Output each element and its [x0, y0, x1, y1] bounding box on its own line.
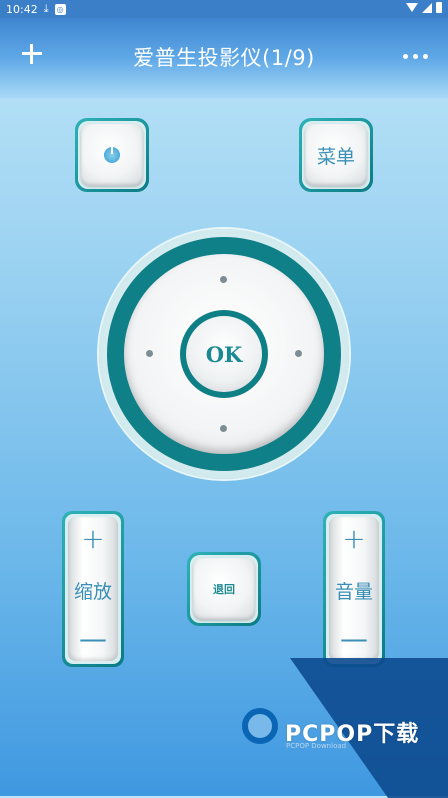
- back-button-label: 退回: [193, 558, 255, 620]
- zoom-label: 缩放: [73, 581, 112, 603]
- watermark-subtitle: PCPOP Download: [286, 742, 347, 750]
- status-icons: [406, 2, 442, 13]
- power-button-bezel: [78, 121, 146, 189]
- volume-rocker-bezel: + 音量 —: [326, 514, 382, 664]
- dot-icon: [413, 54, 418, 59]
- status-time: 10:42: [6, 2, 38, 16]
- app-bar: 爱普生投影仪(1/9): [0, 18, 448, 98]
- signal-icon: [422, 2, 432, 13]
- zoom-rocker: + 缩放 —: [62, 511, 124, 667]
- watermark-logo-icon: [242, 708, 278, 744]
- app-notification-icon: ◎: [54, 3, 66, 15]
- dpad-face: OK: [124, 254, 324, 454]
- wifi-icon: [406, 3, 418, 12]
- menu-button[interactable]: 菜单: [299, 118, 373, 192]
- ok-button[interactable]: OK: [186, 316, 262, 392]
- volume-rocker: + 音量 —: [323, 511, 385, 667]
- menu-button-bezel: 菜单: [302, 121, 370, 189]
- zoom-rocker-bezel: + 缩放 —: [65, 514, 121, 664]
- dpad-down-button[interactable]: [220, 425, 227, 432]
- battery-icon: [436, 2, 442, 13]
- zoom-in-button[interactable]: +: [68, 525, 118, 553]
- dpad-up-button[interactable]: [220, 276, 227, 283]
- volume-up-button[interactable]: +: [329, 525, 379, 553]
- power-button-face: [81, 124, 143, 186]
- dot-icon: [403, 54, 408, 59]
- more-options-button[interactable]: [403, 54, 428, 59]
- dpad-left-button[interactable]: [146, 350, 153, 357]
- power-icon: [104, 145, 120, 163]
- back-button[interactable]: 退回: [187, 552, 261, 626]
- power-button[interactable]: [75, 118, 149, 192]
- download-icon: ⤓: [43, 2, 49, 15]
- menu-button-label: 菜单: [305, 124, 367, 186]
- back-button-bezel: 退回: [190, 555, 258, 623]
- dpad-ring: OK: [107, 237, 341, 471]
- ok-ring: OK: [180, 310, 268, 398]
- dot-icon: [423, 54, 428, 59]
- dpad: OK: [99, 229, 349, 479]
- zoom-rocker-face: + 缩放 —: [68, 517, 118, 661]
- volume-label: 音量: [334, 581, 373, 603]
- dpad-right-button[interactable]: [295, 350, 302, 357]
- volume-rocker-face: + 音量 —: [329, 517, 379, 661]
- status-bar: 10:42 ⤓ ◎: [0, 0, 448, 18]
- page-title: 爱普生投影仪(1/9): [133, 46, 315, 70]
- volume-down-button[interactable]: —: [329, 625, 379, 653]
- zoom-out-button[interactable]: —: [68, 625, 118, 653]
